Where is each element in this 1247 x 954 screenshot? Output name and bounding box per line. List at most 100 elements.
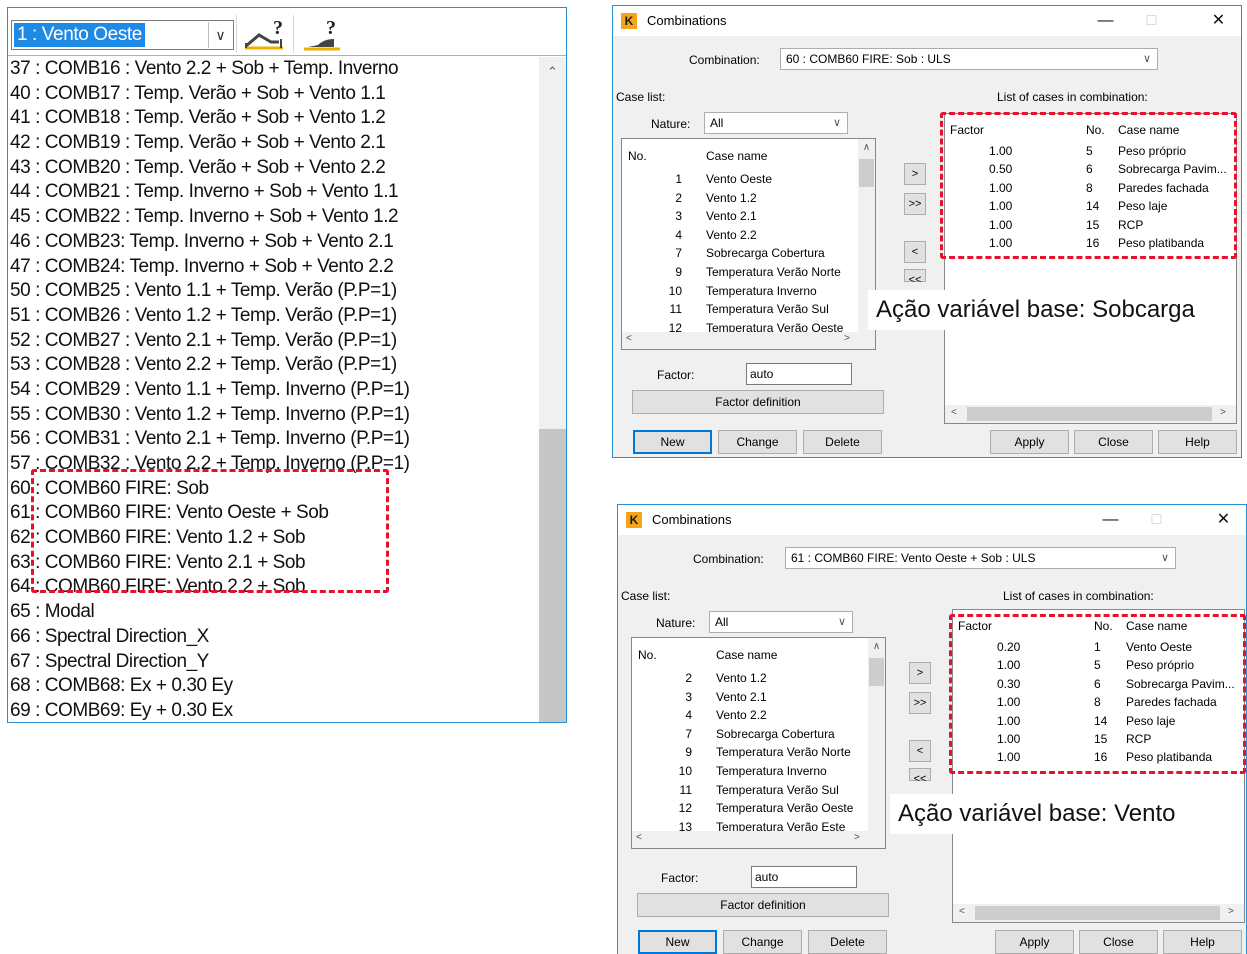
scrollbar-thumb[interactable]: [539, 429, 566, 722]
help-button[interactable]: Help: [1158, 430, 1237, 454]
combination-row-name[interactable]: RCP: [1118, 216, 1143, 235]
remove-case-button[interactable]: <: [909, 740, 931, 762]
case-row-name[interactable]: Temperatura Verão Sul: [706, 300, 829, 319]
case-list-scrollbar[interactable]: ⌃: [539, 57, 566, 722]
case-list-item[interactable]: 60 : COMB60 FIRE: Sob: [10, 477, 538, 502]
scroll-right-icon[interactable]: >: [854, 832, 860, 843]
case-list-item[interactable]: 56 : COMB31 : Vento 2.1 + Temp. Inverno …: [10, 427, 538, 452]
factor-definition-button[interactable]: Factor definition: [632, 390, 884, 414]
case-list-item[interactable]: 63 : COMB60 FIRE: Vento 2.1 + Sob: [10, 551, 538, 576]
combination-row-name[interactable]: Peso platibanda: [1126, 748, 1212, 767]
case-list-item[interactable]: 53 : COMB28 : Vento 2.2 + Temp. Verão (P…: [10, 353, 538, 378]
case-row-name[interactable]: Temperatura Verão Sul: [716, 781, 839, 800]
case-list-item[interactable]: 45 : COMB22 : Temp. Inverno + Sob + Vent…: [10, 205, 538, 230]
close-icon[interactable]: ✕: [1201, 505, 1246, 535]
case-row-name[interactable]: Vento 2.1: [706, 207, 757, 226]
minimize-icon[interactable]: —: [1088, 505, 1133, 535]
close-button[interactable]: Close: [1074, 430, 1153, 454]
case-list-item[interactable]: 37 : COMB16 : Vento 2.2 + Sob + Temp. In…: [10, 57, 538, 82]
case-row-name[interactable]: Temperatura Inverno: [716, 762, 827, 781]
scrollbar-thumb[interactable]: [859, 159, 874, 187]
scrollbar-thumb[interactable]: [869, 658, 884, 686]
remove-all-cases-button[interactable]: <<: [909, 768, 931, 785]
add-case-button[interactable]: >: [904, 163, 926, 185]
combination-select[interactable]: 61 : COMB60 FIRE: Vento Oeste + Sob : UL…: [785, 547, 1176, 569]
case-row-name[interactable]: Temperatura Verão Norte: [716, 743, 851, 762]
help-button[interactable]: Help: [1163, 930, 1242, 954]
close-button[interactable]: Close: [1079, 930, 1158, 954]
chevron-down-icon[interactable]: ∨: [208, 22, 232, 48]
nature-select[interactable]: All ∨: [709, 611, 853, 633]
scroll-left-icon[interactable]: <: [636, 832, 642, 843]
add-all-cases-button[interactable]: >>: [904, 193, 926, 215]
case-row-name[interactable]: Vento Oeste: [706, 170, 772, 189]
combination-row-name[interactable]: Peso laje: [1118, 197, 1167, 216]
scroll-right-icon[interactable]: >: [844, 333, 850, 344]
apply-button[interactable]: Apply: [995, 930, 1074, 954]
combination-row-name[interactable]: Sobrecarga Pavim...: [1118, 160, 1227, 179]
case-row-name[interactable]: Temperatura Verão Norte: [706, 263, 841, 282]
case-list-item[interactable]: 52 : COMB27 : Vento 2.1 + Temp. Verão (P…: [10, 329, 538, 354]
maximize-icon[interactable]: □: [1129, 6, 1174, 36]
available-cases-h-scrollbar[interactable]: < >: [622, 332, 875, 349]
close-icon[interactable]: ✕: [1196, 6, 1241, 36]
remove-all-cases-button[interactable]: <<: [904, 269, 926, 286]
maximize-icon[interactable]: □: [1134, 505, 1179, 535]
change-button[interactable]: Change: [718, 430, 797, 454]
case-row-name[interactable]: Vento 2.1: [716, 688, 767, 707]
case-list-item[interactable]: 64 : COMB60 FIRE: Vento 2.2 + Sob: [10, 575, 538, 600]
available-cases-h-scrollbar[interactable]: < >: [632, 831, 885, 848]
available-cases-list[interactable]: No. Case name 2 Vento 1.2 3 Vento 2.1 4 Vento 2…: [631, 637, 886, 849]
new-button[interactable]: New: [633, 430, 712, 454]
combination-cases-h-scrollbar[interactable]: < >: [945, 405, 1236, 423]
case-list-item[interactable]: 47 : COMB24: Temp. Inverno + Sob + Vento…: [10, 255, 538, 280]
combination-row-name[interactable]: Vento Oeste: [1126, 638, 1192, 657]
combination-row-name[interactable]: RCP: [1126, 730, 1151, 749]
case-list-item[interactable]: 69 : COMB69: Ey + 0.30 Ex: [10, 699, 538, 722]
case-list-item[interactable]: 66 : Spectral Direction_X: [10, 625, 538, 650]
combination-row-name[interactable]: Peso platibanda: [1118, 234, 1204, 253]
scroll-right-icon[interactable]: >: [1220, 407, 1226, 418]
minimize-icon[interactable]: —: [1083, 6, 1128, 36]
apply-button[interactable]: Apply: [990, 430, 1069, 454]
case-list-item[interactable]: 44 : COMB21 : Temp. Inverno + Sob + Vent…: [10, 180, 538, 205]
case-row-name[interactable]: Vento 1.2: [706, 189, 757, 208]
case-list-item[interactable]: 54 : COMB29 : Vento 1.1 + Temp. Inverno …: [10, 378, 538, 403]
scrollbar-thumb[interactable]: [975, 906, 1220, 920]
combination-cases-h-scrollbar[interactable]: < >: [953, 904, 1244, 922]
case-list-item[interactable]: 41 : COMB18 : Temp. Verão + Sob + Vento …: [10, 106, 538, 131]
case-list-item[interactable]: 55 : COMB30 : Vento 1.2 + Temp. Inverno …: [10, 403, 538, 428]
case-row-name[interactable]: Temperatura Verão Oeste: [716, 799, 853, 818]
available-cases-v-scrollbar[interactable]: ∧: [868, 638, 885, 831]
scroll-left-icon[interactable]: <: [951, 407, 957, 418]
case-list-item[interactable]: 65 : Modal: [10, 600, 538, 625]
scroll-left-icon[interactable]: <: [626, 333, 632, 344]
factor-definition-button[interactable]: Factor definition: [637, 893, 889, 917]
delete-button[interactable]: Delete: [803, 430, 882, 454]
case-list-item[interactable]: 68 : COMB68: Ex + 0.30 Ey: [10, 674, 538, 699]
scrollbar-thumb[interactable]: [967, 407, 1212, 421]
case-row-name[interactable]: Temperatura Inverno: [706, 282, 817, 301]
combination-row-name[interactable]: Paredes fachada: [1126, 693, 1217, 712]
case-list-item[interactable]: 42 : COMB19 : Temp. Verão + Sob + Vento …: [10, 131, 538, 156]
case-list-item[interactable]: 57 : COMB32 : Vento 2.2 + Temp. Inverno …: [10, 452, 538, 477]
add-all-cases-button[interactable]: >>: [909, 692, 931, 714]
case-list-item[interactable]: 40 : COMB17 : Temp. Verão + Sob + Vento …: [10, 82, 538, 107]
scroll-up-icon[interactable]: ⌃: [539, 57, 566, 83]
available-cases-list[interactable]: No. Case name 1 Vento Oeste 2 Vento 1.2 3 Vento…: [621, 138, 876, 350]
scroll-up-icon[interactable]: ∧: [868, 641, 885, 652]
new-button[interactable]: New: [638, 930, 717, 954]
case-list-item[interactable]: 51 : COMB26 : Vento 1.2 + Temp. Verão (P…: [10, 304, 538, 329]
case-list-item[interactable]: 62 : COMB60 FIRE: Vento 1.2 + Sob: [10, 526, 538, 551]
nature-select[interactable]: All ∨: [704, 112, 848, 134]
case-row-name[interactable]: Vento 2.2: [716, 706, 767, 725]
case-help-beam-button[interactable]: ?: [236, 15, 292, 53]
remove-case-button[interactable]: <: [904, 241, 926, 263]
combination-row-name[interactable]: Peso próprio: [1126, 656, 1194, 675]
combination-row-name[interactable]: Peso próprio: [1118, 142, 1186, 161]
scroll-left-icon[interactable]: <: [959, 906, 965, 917]
case-row-name[interactable]: Sobrecarga Cobertura: [706, 244, 825, 263]
combination-cases-list[interactable]: Factor No. Case name 0.20 1 Vento Oeste 1.00 5 P…: [952, 609, 1245, 923]
combination-select[interactable]: 60 : COMB60 FIRE: Sob : ULS ∨: [780, 48, 1158, 70]
delete-button[interactable]: Delete: [808, 930, 887, 954]
